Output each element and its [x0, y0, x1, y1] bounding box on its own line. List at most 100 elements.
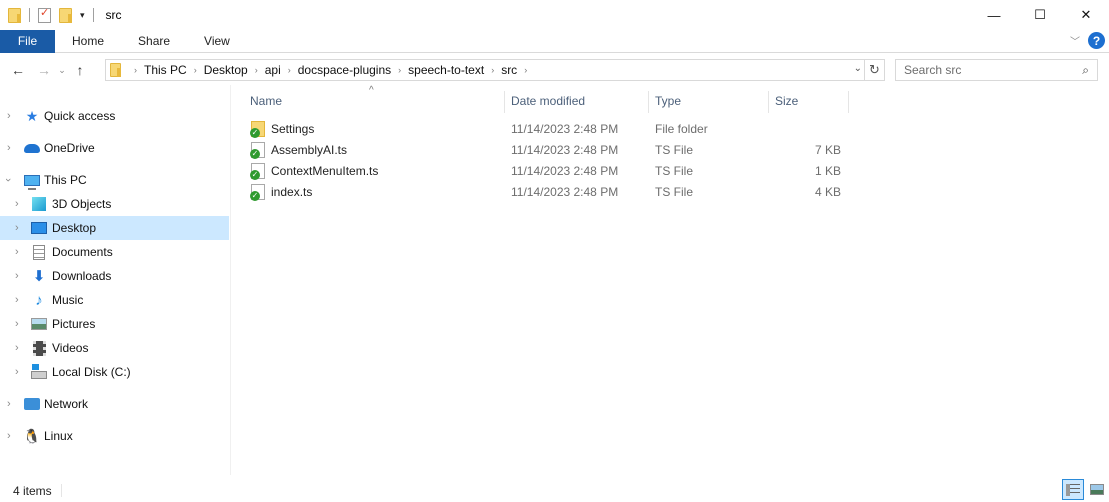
sidebar-item-network[interactable]: › Network: [0, 392, 229, 416]
expand-ribbon-chevron-icon[interactable]: ﹀: [1070, 33, 1080, 48]
expand-chevron-icon[interactable]: ›: [15, 222, 19, 234]
forward-button[interactable]: →: [34, 62, 54, 78]
expand-chevron-icon[interactable]: ›: [15, 270, 19, 282]
address-bar[interactable]: › This PC › Desktop › api › docspace-plu…: [105, 59, 865, 81]
close-button[interactable]: ✕: [1063, 0, 1109, 30]
title-bar: ▾ src — ☐ ✕: [0, 0, 1109, 30]
breadcrumb-separator-icon[interactable]: ›: [131, 65, 140, 75]
toolbar-divider: [29, 8, 30, 22]
expand-chevron-icon[interactable]: ›: [7, 430, 11, 442]
new-folder-icon[interactable]: [59, 7, 72, 23]
column-header-type[interactable]: Type: [655, 92, 681, 110]
column-divider[interactable]: [768, 91, 769, 113]
file-row[interactable]: ✓ ContextMenuItem.ts 11/14/2023 2:48 PM …: [242, 161, 842, 182]
address-history-chevron-icon[interactable]: ⌄: [854, 63, 862, 74]
cube-icon: [31, 196, 47, 212]
expand-chevron-icon[interactable]: ›: [15, 366, 19, 378]
breadcrumb-src[interactable]: src: [497, 63, 521, 77]
file-row[interactable]: ✓ AssemblyAI.ts 11/14/2023 2:48 PM TS Fi…: [242, 140, 842, 161]
sidebar-item-music[interactable]: › ♪ Music: [0, 288, 229, 312]
expand-chevron-icon[interactable]: ›: [15, 294, 19, 306]
breadcrumb-this-pc[interactable]: This PC: [140, 63, 191, 77]
file-size: 4 KB: [814, 185, 841, 199]
sidebar-item-documents[interactable]: › Documents: [0, 240, 229, 264]
details-view-button[interactable]: [1062, 479, 1084, 500]
sync-ok-check-icon: ✓: [250, 191, 260, 201]
search-box[interactable]: ⌕: [895, 59, 1098, 81]
expand-chevron-icon[interactable]: ›: [7, 142, 11, 154]
sidebar-item-3d-objects[interactable]: › 3D Objects: [0, 192, 229, 216]
network-icon: [24, 396, 40, 412]
sidebar-item-label: Downloads: [52, 269, 112, 283]
folder-icon: [8, 7, 21, 23]
cloud-icon: [24, 140, 40, 156]
breadcrumb-separator-icon[interactable]: ›: [285, 65, 294, 75]
sidebar-item-this-pc[interactable]: › This PC: [0, 168, 229, 192]
sidebar-item-linux[interactable]: › 🐧 Linux: [0, 424, 229, 448]
column-divider[interactable]: [848, 91, 849, 113]
sidebar-item-pictures[interactable]: › Pictures: [0, 312, 229, 336]
sidebar-item-local-disk[interactable]: › Local Disk (C:): [0, 360, 229, 384]
maximize-button[interactable]: ☐: [1017, 0, 1063, 30]
expand-chevron-icon[interactable]: ›: [7, 110, 11, 122]
window-controls: — ☐ ✕: [971, 0, 1109, 30]
refresh-button[interactable]: ↻: [865, 59, 885, 81]
sort-ascending-icon: ^: [369, 85, 374, 96]
breadcrumb-desktop[interactable]: Desktop: [200, 63, 252, 77]
sync-ok-check-icon: ✓: [250, 149, 260, 159]
customize-toolbar-dropdown[interactable]: ▾: [80, 10, 85, 21]
back-button[interactable]: ←: [8, 62, 28, 78]
column-header-size[interactable]: Size: [775, 92, 798, 110]
minimize-button[interactable]: —: [971, 0, 1017, 30]
tab-home[interactable]: Home: [55, 30, 121, 53]
file-name: Settings: [271, 122, 315, 136]
computer-icon: [24, 172, 40, 190]
file-date-modified: 11/14/2023 2:48 PM: [511, 185, 619, 199]
column-header-name[interactable]: Name: [250, 92, 282, 110]
breadcrumb-api[interactable]: api: [261, 63, 285, 77]
breadcrumb-separator-icon[interactable]: ›: [395, 65, 404, 75]
expand-chevron-icon[interactable]: ›: [15, 198, 19, 210]
expand-chevron-icon[interactable]: ›: [15, 246, 19, 258]
breadcrumb-separator-icon[interactable]: ›: [521, 65, 530, 75]
search-input[interactable]: [904, 63, 1074, 77]
column-header-date-modified[interactable]: Date modified: [511, 92, 585, 110]
sidebar-item-quick-access[interactable]: › ★ Quick access: [0, 104, 229, 128]
sidebar-item-label: OneDrive: [44, 141, 95, 155]
breadcrumb-speech-to-text[interactable]: speech-to-text: [404, 63, 488, 77]
sidebar-item-desktop[interactable]: › Desktop: [0, 216, 229, 240]
up-button[interactable]: ↑: [70, 62, 90, 78]
collapse-chevron-icon[interactable]: ›: [2, 178, 14, 182]
large-icons-view-button[interactable]: [1086, 479, 1108, 500]
file-row[interactable]: ✓ index.ts 11/14/2023 2:48 PM TS File 4 …: [242, 182, 842, 203]
expand-chevron-icon[interactable]: ›: [7, 398, 11, 410]
tab-file[interactable]: File: [0, 29, 55, 53]
breadcrumb-separator-icon[interactable]: ›: [488, 65, 497, 75]
navigation-bar: ← → ⌄ ↑ › This PC › Desktop › api › docs…: [0, 58, 1109, 82]
music-icon: ♪: [35, 291, 43, 309]
folder-icon: [110, 63, 121, 77]
file-row[interactable]: ✓ Settings 11/14/2023 2:48 PM File folde…: [242, 119, 842, 140]
expand-chevron-icon[interactable]: ›: [15, 342, 19, 354]
sidebar-item-label: Desktop: [52, 221, 97, 235]
status-divider: [61, 484, 62, 497]
breadcrumb-separator-icon[interactable]: ›: [252, 65, 261, 75]
help-icon[interactable]: ?: [1088, 32, 1105, 49]
sidebar-item-label: Pictures: [52, 317, 96, 331]
tab-view[interactable]: View: [187, 30, 247, 53]
column-divider[interactable]: [504, 91, 505, 113]
sidebar-item-onedrive[interactable]: › OneDrive: [0, 136, 229, 160]
sidebar-item-videos[interactable]: › Videos: [0, 336, 229, 360]
recent-locations-button[interactable]: ⌄: [54, 65, 70, 76]
breadcrumb-docspace-plugins[interactable]: docspace-plugins: [294, 63, 395, 77]
file-type: TS File: [655, 143, 694, 157]
column-divider[interactable]: [648, 91, 649, 113]
expand-chevron-icon[interactable]: ›: [15, 318, 19, 330]
breadcrumb-separator-icon[interactable]: ›: [191, 65, 200, 75]
search-icon[interactable]: ⌕: [1082, 63, 1089, 78]
file-date-modified: 11/14/2023 2:48 PM: [511, 164, 619, 178]
properties-icon[interactable]: [38, 6, 51, 23]
tab-share[interactable]: Share: [121, 30, 187, 53]
sidebar-item-downloads[interactable]: › ⬇ Downloads: [0, 264, 229, 288]
file-date-modified: 11/14/2023 2:48 PM: [511, 143, 619, 157]
